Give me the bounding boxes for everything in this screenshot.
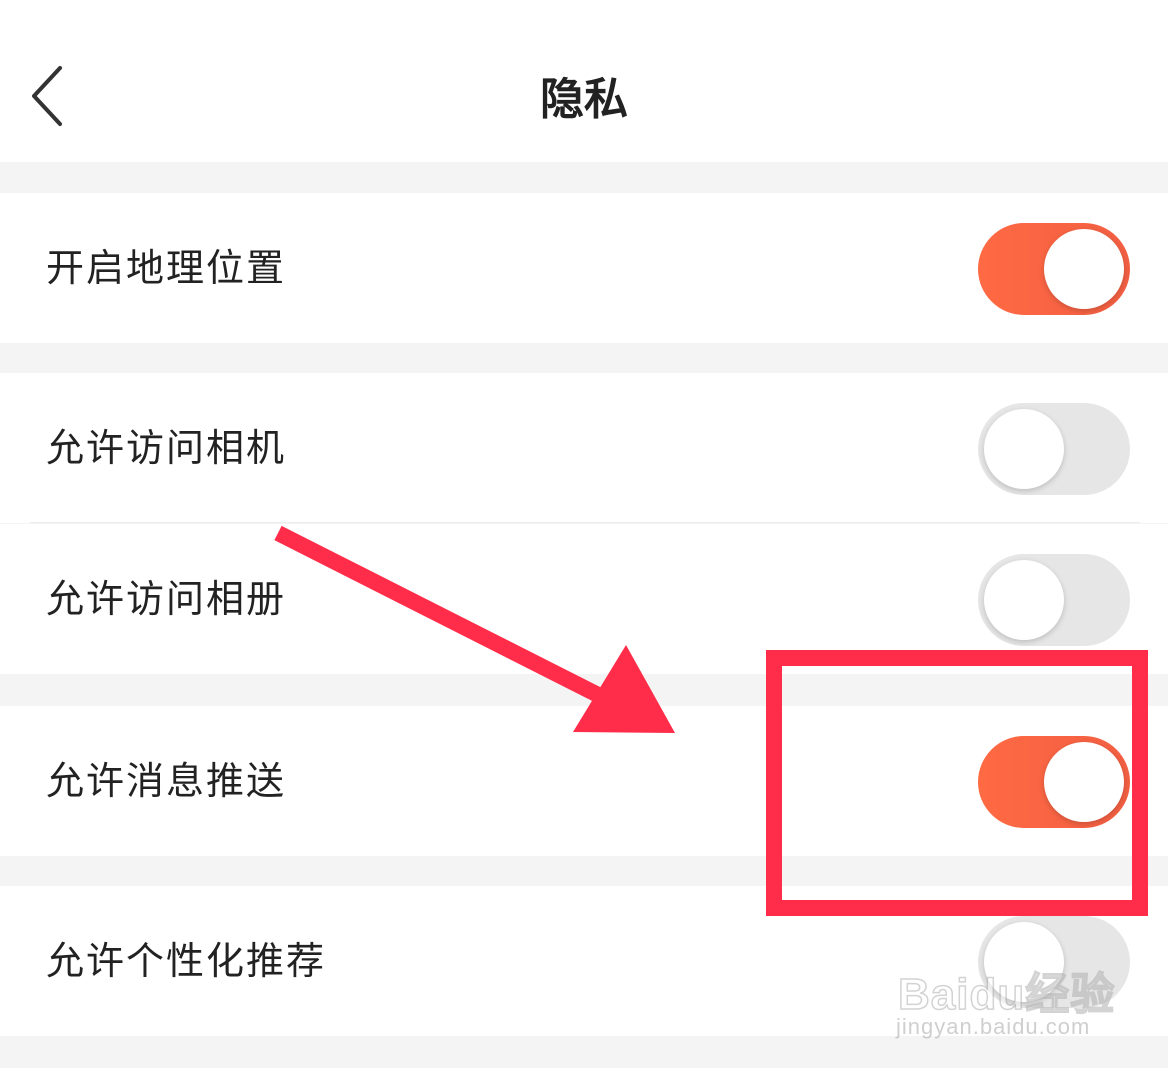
toggle-knob (984, 560, 1064, 640)
annotation-highlight-box (766, 650, 1148, 916)
toggle-knob (1044, 229, 1124, 309)
header-bar: 隐私 (0, 0, 1168, 162)
setting-label-camera: 允许访问相机 (46, 426, 287, 470)
setting-label-push: 允许消息推送 (46, 759, 287, 803)
row-divider (30, 522, 1140, 523)
setting-label-album: 允许访问相册 (46, 577, 287, 621)
toggle-knob (984, 409, 1064, 489)
toggle-camera[interactable] (978, 403, 1130, 495)
setting-row-location: 开启地理位置 (0, 193, 1168, 343)
setting-label-location: 开启地理位置 (46, 246, 287, 290)
setting-label-recommend: 允许个性化推荐 (46, 939, 327, 983)
setting-row-camera: 允许访问相机 (0, 373, 1168, 523)
toggle-location[interactable] (978, 223, 1130, 315)
watermark-url: jingyan.baidu.com (896, 1014, 1091, 1039)
page-title: 隐私 (540, 74, 628, 125)
watermark-brand: Baidu经验 (897, 969, 1116, 1020)
watermark: Baidu经验 jingyan.baidu.com (892, 958, 1142, 1050)
toggle-album[interactable] (978, 554, 1130, 646)
